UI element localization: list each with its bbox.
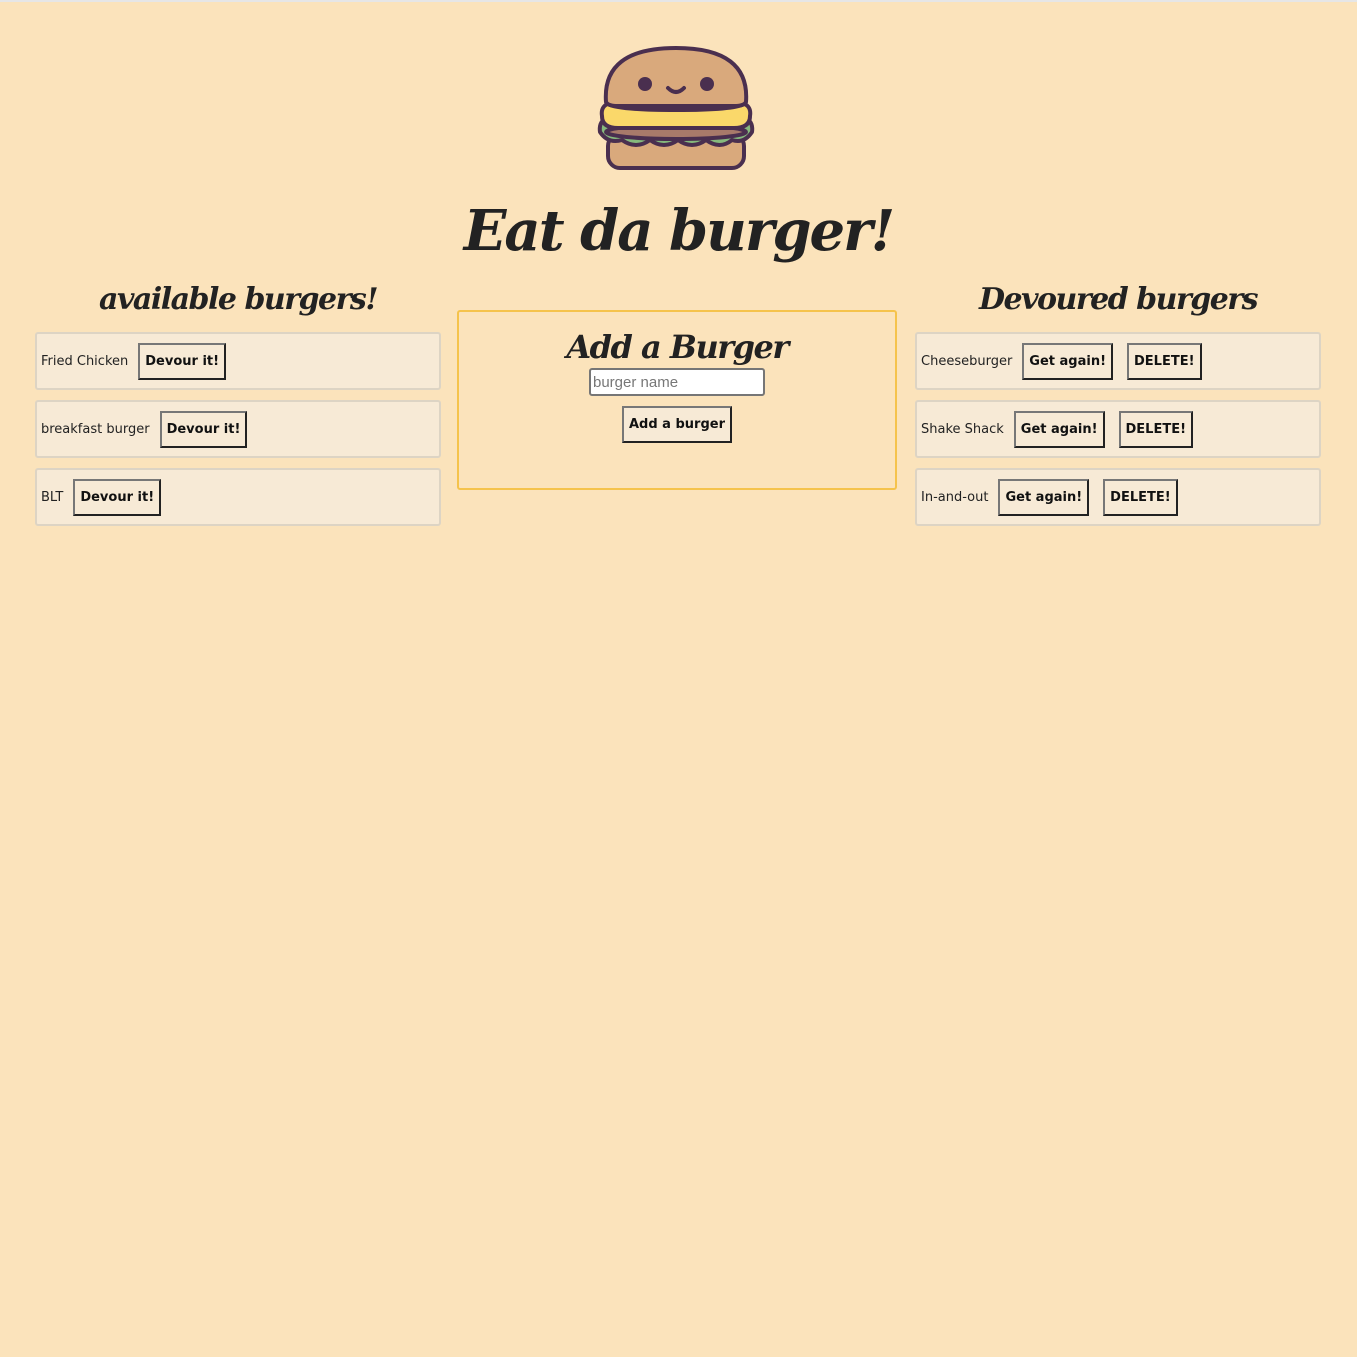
delete-button[interactable]: DELETE! xyxy=(1127,342,1202,380)
available-burgers-column: available burgers! Fried Chicken Devour i… xyxy=(35,280,441,536)
devour-button[interactable]: Devour it! xyxy=(73,478,162,516)
burger-name: Cheeseburger xyxy=(921,353,1013,369)
burger-logo-icon xyxy=(597,46,755,170)
devoured-burger-item: Shake Shack Get again! DELETE! xyxy=(915,400,1321,458)
add-burger-form: Add a Burger Add a burger xyxy=(457,310,897,490)
get-again-button[interactable]: Get again! xyxy=(1013,410,1105,448)
devour-button[interactable]: Devour it! xyxy=(138,342,227,380)
add-burger-button[interactable]: Add a burger xyxy=(621,406,732,443)
available-burger-item: Fried Chicken Devour it! xyxy=(35,332,441,390)
devoured-burger-item: Cheeseburger Get again! DELETE! xyxy=(915,332,1321,390)
delete-button[interactable]: DELETE! xyxy=(1118,410,1194,448)
available-burger-item: BLT Devour it! xyxy=(35,468,441,526)
available-heading: available burgers! xyxy=(99,282,378,317)
burger-name-input[interactable] xyxy=(589,368,765,396)
available-burger-item: breakfast burger Devour it! xyxy=(35,400,441,458)
burger-name: breakfast burger xyxy=(41,421,150,437)
devoured-burgers-column: Devoured burgers Cheeseburger Get again! D… xyxy=(915,280,1321,536)
devoured-burger-item: In-and-out Get again! DELETE! xyxy=(915,468,1321,526)
delete-button[interactable]: DELETE! xyxy=(1103,478,1178,516)
page-title: Eat da burger! xyxy=(463,198,896,264)
get-again-button[interactable]: Get again! xyxy=(1022,342,1114,380)
burger-name: BLT xyxy=(41,489,64,505)
devoured-heading: Devoured burgers xyxy=(978,282,1259,317)
burger-name: Shake Shack xyxy=(921,421,1004,437)
get-again-button[interactable]: Get again! xyxy=(998,478,1090,516)
devour-button[interactable]: Devour it! xyxy=(159,410,248,448)
add-burger-heading: Add a Burger xyxy=(566,328,789,366)
burger-name: In-and-out xyxy=(921,489,989,505)
burger-name: Fried Chicken xyxy=(41,353,129,369)
